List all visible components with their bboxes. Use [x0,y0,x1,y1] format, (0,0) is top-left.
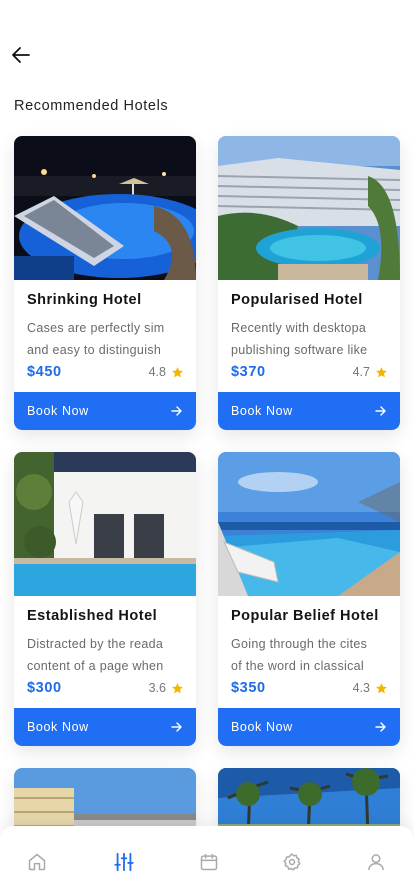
hotel-description: Going through the cites of the word in c… [231,637,368,673]
book-now-button[interactable]: Book Now [218,392,400,430]
hotel-description: Cases are perfectly sim and easy to dist… [27,321,165,357]
hotel-image [218,136,400,280]
arrow-right-icon [375,406,386,416]
hotel-price: $300 [27,680,62,696]
hotel-name: Shrinking Hotel [27,292,142,308]
hotel-name: Established Hotel [27,608,158,624]
hotel-price: $350 [231,680,266,696]
hotel-image [14,452,196,596]
hotel-rating: 3.6 [149,681,184,695]
hotel-rating: 4.3 [353,681,388,695]
nav-calendar[interactable] [197,850,221,874]
book-now-button[interactable]: Book Now [14,392,196,430]
hotel-card[interactable]: Shrinking Hotel Cases are perfectly sim … [14,136,196,430]
hotel-card[interactable]: Established Hotel Distracted by the read… [14,452,196,746]
hotel-card[interactable]: Popularised Hotel Recently with desktopa… [218,136,400,430]
nav-profile[interactable] [364,850,388,874]
hotel-rating: 4.7 [353,365,388,379]
book-now-button[interactable]: Book Now [218,708,400,746]
hotel-description: Recently with desktopa publishing softwa… [231,321,368,357]
star-icon [172,682,183,693]
nav-settings[interactable] [280,850,304,874]
hotel-name: Popularised Hotel [231,292,363,308]
star-icon [172,366,183,377]
hotel-rating: 4.8 [149,365,184,379]
arrow-right-icon [171,406,182,416]
nav-home[interactable] [25,850,49,874]
hotel-image [14,136,196,280]
section-title: Recommended Hotels [14,98,169,114]
filter-sliders-icon [114,852,134,872]
arrow-right-icon [375,722,386,732]
arrow-left-icon [12,47,30,63]
hotel-name: Popular Belief Hotel [231,608,379,624]
hotel-image [218,452,400,596]
star-icon [376,366,387,377]
home-icon [28,853,46,871]
hotel-price: $370 [231,364,266,380]
bottom-navigation [0,826,414,896]
calendar-icon [200,853,218,871]
star-icon [376,682,387,693]
hotel-description: Distracted by the reada content of a pag… [27,637,164,673]
nav-filter[interactable] [112,850,136,874]
arrow-right-icon [171,722,182,732]
book-now-button[interactable]: Book Now [14,708,196,746]
user-profile-icon [368,854,384,871]
hotel-card[interactable]: Popular Belief Hotel Going through the c… [218,452,400,746]
hotel-price: $450 [27,364,62,380]
settings-gear-icon [283,853,301,871]
back-button[interactable] [10,44,32,66]
